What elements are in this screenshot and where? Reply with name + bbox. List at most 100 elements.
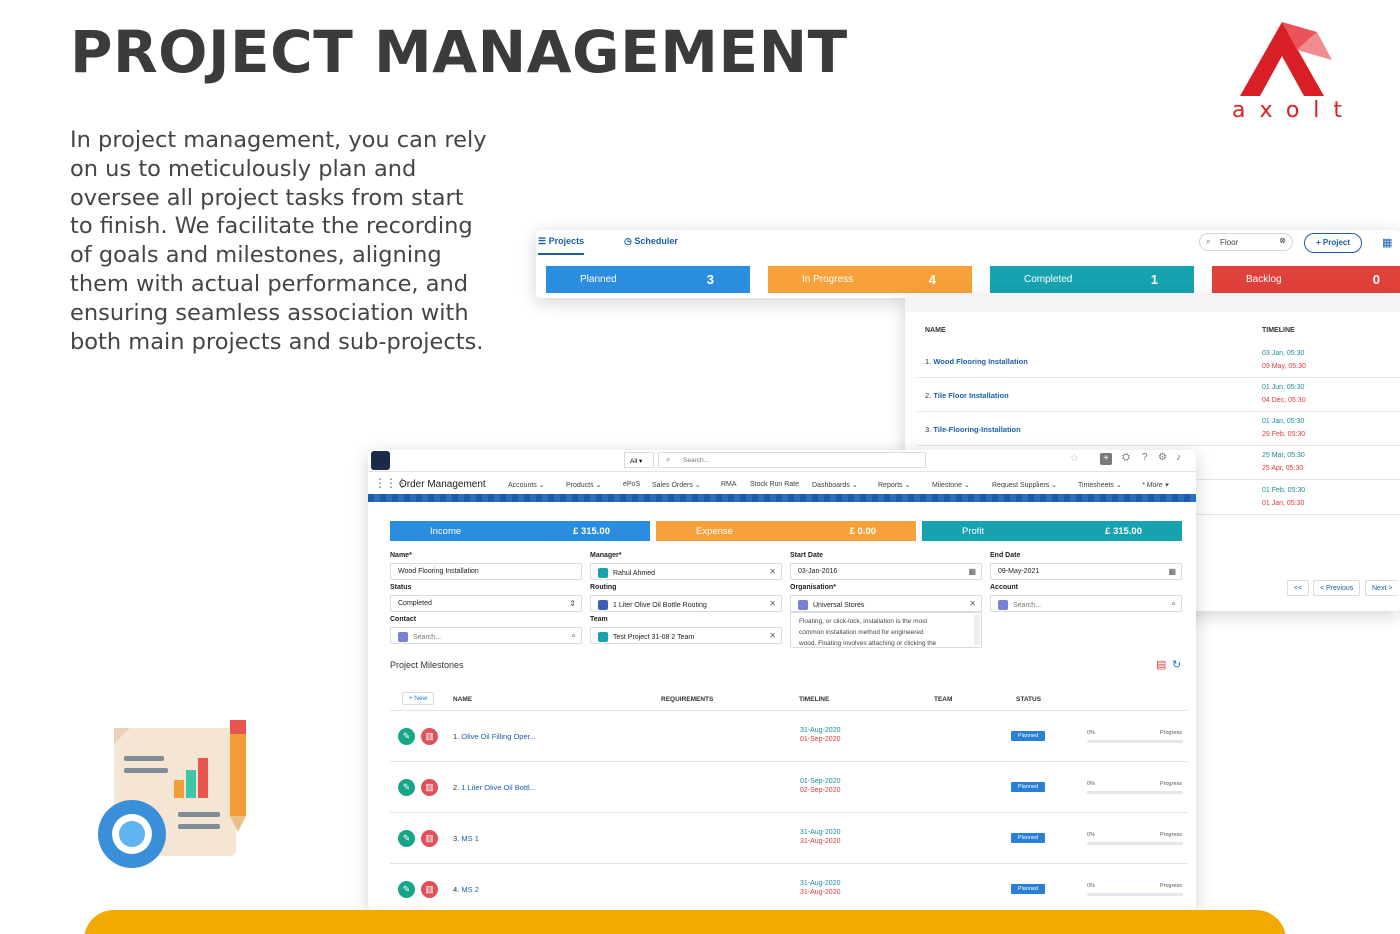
kpi-backlog[interactable]: Backlog 0	[1212, 266, 1400, 293]
table-row[interactable]: 1. Wood Flooring Installation 03 Jan, 05…	[917, 344, 1400, 378]
refresh-icon[interactable]: ↻	[1172, 658, 1181, 671]
help-icon[interactable]: ?	[1142, 452, 1148, 463]
nav-timesheets[interactable]: Timesheets ⌄	[1078, 481, 1122, 489]
nav-request-suppliers[interactable]: Request Suppliers ⌄	[992, 481, 1057, 489]
search-icon[interactable]: ⌕	[572, 631, 576, 641]
sort-icon: ⇕	[569, 599, 576, 608]
gear-icon[interactable]: ⚙	[1158, 452, 1167, 463]
clear-icon[interactable]: ⊗	[1279, 236, 1286, 245]
tab-projects[interactable]: ☰ Projects	[538, 236, 585, 255]
name-field[interactable]: Wood Flooring Installation	[390, 563, 582, 580]
project-search-input[interactable]: ⌕ Floor ⊗	[1199, 233, 1293, 251]
start-date-field[interactable]: 03-Jan-2016 ▦	[790, 563, 982, 580]
nav-milestone[interactable]: Milestone ⌄	[932, 481, 970, 489]
delete-icon[interactable]: ▥	[421, 779, 438, 796]
nav-stripe	[368, 494, 1196, 502]
milestone-row[interactable]: ✎ ▥ 4. MS 2 31-Aug-2020 31-Aug-2020 Plan…	[390, 864, 1188, 910]
progress-bar	[1087, 893, 1183, 896]
calendar-icon[interactable]: ▦	[1168, 567, 1176, 576]
pager-next-button[interactable]: Next >	[1365, 580, 1399, 596]
kpi-planned[interactable]: Planned 3	[546, 266, 750, 293]
status-label: Status	[390, 584, 412, 591]
summary-income: Income £ 315.00	[390, 521, 650, 541]
nav-sales-orders[interactable]: Sales Orders ⌄	[652, 481, 701, 489]
clear-icon[interactable]: ✕	[769, 631, 776, 640]
organisation-field[interactable]: Universal Stores ✕	[790, 595, 982, 612]
nav-accounts[interactable]: Accounts ⌄	[508, 481, 545, 489]
milestone-link[interactable]: MS 1	[461, 834, 479, 843]
edit-icon[interactable]: ✎	[398, 830, 415, 847]
delete-icon[interactable]: ▥	[421, 830, 438, 847]
table-row[interactable]: 3. Tile-Flooring-Installation 01 Jan, 05…	[917, 412, 1400, 446]
nav-dashboards[interactable]: Dashboards ⌄	[812, 481, 858, 489]
grid-icon[interactable]: ▦	[1382, 236, 1392, 249]
end-date-field[interactable]: 09-May-2021 ▦	[990, 563, 1182, 580]
name-label: Name*	[390, 552, 412, 559]
edit-icon[interactable]: ✎	[398, 728, 415, 745]
account-label: Account	[990, 584, 1018, 591]
report-gear-icon	[98, 720, 246, 868]
calendar-icon[interactable]: ▦	[968, 567, 976, 576]
notes-textarea[interactable]: Floating, or click-lock, installation is…	[790, 612, 982, 648]
search-scope-select[interactable]: All ▾	[624, 452, 654, 468]
project-link[interactable]: Tile-Flooring-Installation	[933, 425, 1020, 434]
milestone-link[interactable]: 1 Liter Olive Oil Bottl...	[461, 783, 536, 792]
milestone-link[interactable]: MS 2	[461, 885, 479, 894]
milestones-title: Project Milestones	[390, 660, 464, 670]
milestone-row[interactable]: ✎ ▥ 2. 1 Liter Olive Oil Bottl... 01-Sep…	[390, 762, 1188, 813]
star-icon[interactable]: ☆	[1070, 453, 1079, 464]
search-icon[interactable]: ⌕	[1172, 599, 1176, 609]
pager-first-button[interactable]: <<	[1287, 580, 1310, 596]
nav-products[interactable]: Products ⌄	[566, 481, 601, 489]
milestone-row[interactable]: ✎ ▥ 3. MS 1 31-Aug-2020 31-Aug-2020 Plan…	[390, 813, 1188, 864]
column-header-timeline: TIMELINE	[1262, 327, 1295, 334]
pdf-icon[interactable]: ▤	[1156, 658, 1166, 671]
project-link[interactable]: Tile Floor Installation	[933, 391, 1008, 400]
edit-icon[interactable]: ✎	[398, 779, 415, 796]
clear-icon[interactable]: ✕	[969, 599, 976, 608]
column-header-team: TEAM	[934, 696, 953, 703]
routing-field[interactable]: 1 Liter Olive Oil Bottle Routing ✕	[590, 595, 782, 612]
setup-icon[interactable]: ⛭	[1122, 452, 1130, 463]
account-icon	[998, 600, 1008, 610]
clear-icon[interactable]: ✕	[769, 567, 776, 576]
logo-mark-icon	[1240, 22, 1332, 96]
add-icon[interactable]: +	[1100, 453, 1112, 465]
edit-icon[interactable]: ✎	[398, 881, 415, 898]
new-milestone-button[interactable]: + New	[402, 692, 434, 705]
nav-rma[interactable]: RMA	[721, 481, 737, 488]
order-management-window: All ▾ ⌕ Search... ☆ + ⛭ ? ⚙ ♪ ⋮⋮⋮ Order …	[368, 450, 1196, 910]
account-search-input[interactable]: Search... ⌕	[990, 595, 1182, 612]
bell-icon[interactable]: ♪	[1176, 452, 1181, 463]
team-field[interactable]: Test Project 31-08 2 Team ✕	[590, 627, 782, 644]
progress-bar	[1087, 791, 1183, 794]
page-title: PROJECT MANAGEMENT	[70, 18, 848, 86]
app-nav-bar: ⋮⋮⋮ Order Management Accounts ⌄ Products…	[368, 472, 1196, 496]
milestone-link[interactable]: Olive Oil Filling Oper...	[461, 732, 536, 741]
project-link[interactable]: Wood Flooring Installation	[933, 357, 1027, 366]
scrollbar[interactable]	[974, 615, 980, 645]
nav-epos[interactable]: ePoS	[623, 481, 640, 488]
kpi-completed[interactable]: Completed 1	[990, 266, 1194, 293]
nav-reports[interactable]: Reports ⌄	[878, 481, 910, 489]
delete-icon[interactable]: ▥	[421, 728, 438, 745]
status-select[interactable]: Completed ⇕	[390, 595, 582, 612]
routing-label: Routing	[590, 584, 617, 591]
nav-more[interactable]: * More ▾	[1142, 481, 1168, 489]
delete-icon[interactable]: ▥	[421, 881, 438, 898]
nav-stock-run-rate[interactable]: Stock Run Rate	[750, 481, 799, 488]
pager-previous-button[interactable]: < Previous	[1313, 580, 1361, 596]
add-project-button[interactable]: + Project	[1304, 233, 1362, 253]
contact-search-input[interactable]: Search... ⌕	[390, 627, 582, 644]
team-label: Team	[590, 616, 608, 623]
table-row[interactable]: 2. Tile Floor Installation 01 Jun, 05:30…	[917, 378, 1400, 412]
kpi-in-progress[interactable]: In Progress 4	[768, 266, 972, 293]
tab-scheduler[interactable]: ◷ Scheduler	[624, 236, 678, 247]
column-header-name: NAME	[453, 696, 473, 703]
milestone-row[interactable]: ✎ ▥ 1. Olive Oil Filling Oper... 31-Aug-…	[390, 711, 1188, 762]
global-search-input[interactable]: ⌕ Search...	[658, 452, 926, 468]
clear-icon[interactable]: ✕	[769, 599, 776, 608]
start-date-label: Start Date	[790, 552, 824, 559]
app-name: Order Management	[399, 479, 486, 490]
manager-field[interactable]: Rahul Ahmed ✕	[590, 563, 782, 580]
